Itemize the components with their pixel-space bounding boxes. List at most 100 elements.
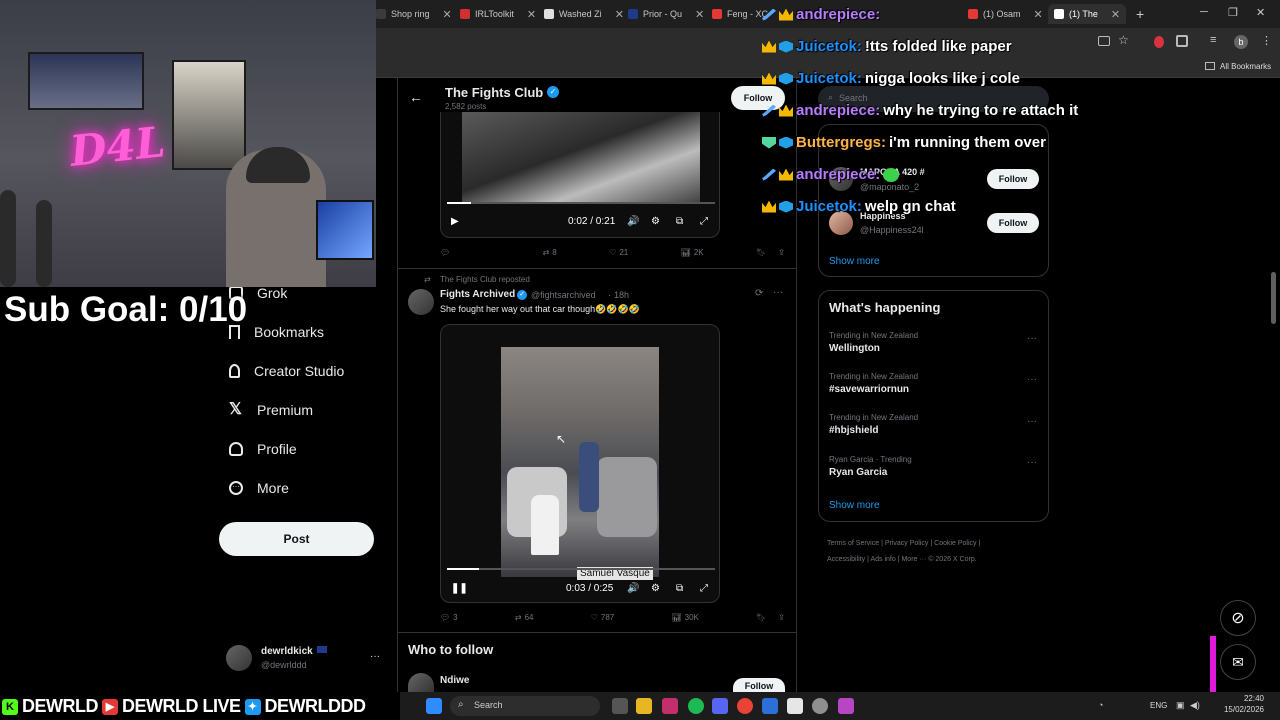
bookmark-icon[interactable]: 🔖︎ xyxy=(756,248,766,257)
footer-link[interactable]: Cookie Policy xyxy=(934,540,976,547)
obs-icon[interactable] xyxy=(787,698,803,714)
more-dots-icon[interactable]: ··· xyxy=(1027,374,1037,385)
sidebar-item-more[interactable]: ··· More xyxy=(229,480,289,496)
grok-fab-icon[interactable]: ⊘ xyxy=(1220,600,1256,636)
new-tab-icon[interactable]: + xyxy=(1136,6,1144,22)
clock-time[interactable]: 22:40 xyxy=(1220,694,1264,703)
play-icon[interactable]: ▶ xyxy=(451,216,459,227)
views-button[interactable]: 📊︎ 2K xyxy=(681,248,704,257)
star-bookmark-icon[interactable]: ☆ xyxy=(1118,33,1129,47)
task-view-icon[interactable] xyxy=(612,698,628,714)
suggested-user-name[interactable]: Ndiwe xyxy=(440,675,469,686)
close-tab-icon[interactable]: ✕ xyxy=(615,8,624,21)
chrome-icon[interactable] xyxy=(737,698,753,714)
settings-gear-icon[interactable]: ⚙ xyxy=(651,216,660,227)
browser-tab[interactable]: Feng - XC xyxy=(712,4,768,24)
all-bookmarks-label[interactable]: All Bookmarks xyxy=(1220,62,1271,71)
browser-tab-active[interactable]: (1) The ✕ xyxy=(1048,4,1127,24)
close-tab-icon[interactable]: ✕ xyxy=(695,8,704,21)
wifi-icon[interactable]: ◔ xyxy=(1098,700,1103,710)
close-tab-icon[interactable]: ✕ xyxy=(527,8,536,21)
sidebar-item-premium[interactable]: 𝕏 Premium xyxy=(229,402,313,419)
extension-icon[interactable] xyxy=(1154,36,1164,48)
more-dots-icon[interactable]: ··· xyxy=(1027,333,1037,344)
trend-item[interactable]: Trending in New Zealand Wellington xyxy=(829,331,918,354)
share-icon[interactable]: ⇪ xyxy=(778,248,785,257)
extensions-puzzle-icon[interactable] xyxy=(1176,35,1188,47)
post-button[interactable]: Post xyxy=(219,522,374,556)
browser-tab[interactable]: Shop ring ✕ xyxy=(376,4,452,24)
pip-icon[interactable]: ⧉ xyxy=(676,583,683,594)
show-more-link[interactable]: Show more xyxy=(829,256,880,267)
more-dots-icon[interactable]: ··· xyxy=(1027,416,1037,427)
follow-button[interactable]: Follow xyxy=(987,213,1039,233)
like-button[interactable]: ♡ 787 xyxy=(591,613,615,622)
post-age[interactable]: 18h xyxy=(614,290,629,300)
tab-search-icon[interactable]: ≡ xyxy=(1210,34,1216,46)
back-arrow-icon[interactable]: ← xyxy=(409,89,423,105)
volume-icon[interactable]: ◀) xyxy=(1190,700,1200,711)
video-player[interactable]: ▶ 0:02 / 0:21 🔊 ⚙ ⧉ ⤢ xyxy=(440,112,720,238)
browser-tab[interactable]: Prior - Qu ✕ xyxy=(628,4,704,24)
like-button[interactable]: ♡ 21 xyxy=(609,248,628,257)
spotify-icon[interactable] xyxy=(688,698,704,714)
windows-start-icon[interactable] xyxy=(426,698,442,714)
follow-button[interactable]: Follow xyxy=(987,169,1039,189)
close-window-icon[interactable]: ✕ xyxy=(1256,6,1265,19)
close-tab-icon[interactable]: ✕ xyxy=(1034,8,1043,21)
instagram-icon[interactable] xyxy=(662,698,678,714)
profile-avatar[interactable]: b xyxy=(1234,35,1248,49)
trend-item[interactable]: Trending in New Zealand #hbjshield xyxy=(829,413,918,436)
avatar[interactable] xyxy=(408,673,434,692)
browser-menu-icon[interactable]: ⋮ xyxy=(1261,34,1272,47)
footer-link[interactable]: Accessibility xyxy=(827,556,865,563)
settings-gear-icon[interactable]: ⚙ xyxy=(651,583,660,594)
post-author[interactable]: Fights Archived xyxy=(440,289,515,300)
language-indicator[interactable]: ENG xyxy=(1150,701,1167,710)
share-icon[interactable]: ⇪ xyxy=(778,613,785,622)
views-button[interactable]: 📊︎ 30K xyxy=(672,613,699,622)
close-tab-icon[interactable]: ✕ xyxy=(1111,8,1120,21)
bookmark-icon[interactable]: 🔖︎ xyxy=(756,613,766,622)
more-dots-icon[interactable]: ··· xyxy=(370,651,380,662)
maximize-icon[interactable]: ❐ xyxy=(1228,6,1238,19)
close-tab-icon[interactable]: ✕ xyxy=(443,8,452,21)
taskbar-search-input[interactable]: Search xyxy=(474,700,503,710)
app-icon[interactable] xyxy=(838,698,854,714)
mail-icon[interactable] xyxy=(762,698,778,714)
browser-tab[interactable]: (1) Osam ✕ xyxy=(968,4,1043,24)
avatar[interactable] xyxy=(408,289,434,315)
fullscreen-icon[interactable]: ⤢ xyxy=(700,583,708,594)
account-switcher[interactable]: dewrldkick @dewrlddd ··· xyxy=(226,642,386,676)
grok-explain-icon[interactable]: ⟳ xyxy=(755,288,763,299)
video-player[interactable]: Samuel Vasque ❚❚ 0:03 / 0:25 🔊 ⚙ ⧉ ⤢ xyxy=(440,324,720,603)
video-progress[interactable] xyxy=(447,202,715,204)
minimize-icon[interactable]: ─ xyxy=(1200,6,1208,18)
footer-link[interactable]: Privacy Policy xyxy=(885,540,929,547)
volume-icon[interactable]: 🔊 xyxy=(627,583,639,594)
more-dots-icon[interactable]: ··· xyxy=(1027,457,1037,468)
taskbar-search[interactable]: ⌕ Search xyxy=(450,696,600,716)
footer-link[interactable]: More ··· xyxy=(901,556,926,563)
sidebar-item-profile[interactable]: Profile xyxy=(229,441,297,457)
footer-link[interactable]: Terms of Service xyxy=(827,540,879,547)
file-explorer-icon[interactable] xyxy=(636,698,652,714)
reply-button[interactable]: 💬︎ xyxy=(440,248,450,257)
show-more-link[interactable]: Show more xyxy=(829,500,880,511)
app-icon[interactable] xyxy=(812,698,828,714)
retweet-button[interactable]: ⇄ 64 xyxy=(515,613,534,622)
browser-tab[interactable]: Washed Zi ✕ xyxy=(544,4,624,24)
video-progress[interactable] xyxy=(447,568,715,570)
pip-icon[interactable]: ⧉ xyxy=(676,216,683,227)
install-app-icon[interactable] xyxy=(1098,36,1110,46)
clock-date[interactable]: 15/02/2026 xyxy=(1210,705,1264,714)
scrollbar-thumb[interactable] xyxy=(1271,272,1276,324)
sidebar-item-creator-studio[interactable]: Creator Studio xyxy=(229,363,344,379)
more-dots-icon[interactable]: ··· xyxy=(773,287,783,298)
retweet-button[interactable]: ⇄ 8 xyxy=(543,248,557,257)
fullscreen-icon[interactable]: ⤢ xyxy=(700,216,708,227)
browser-tab[interactable]: IRLToolkit ✕ xyxy=(460,4,536,24)
discord-icon[interactable] xyxy=(712,698,728,714)
post-handle[interactable]: @fightsarchived xyxy=(531,290,596,300)
pause-icon[interactable]: ❚❚ xyxy=(451,583,468,594)
